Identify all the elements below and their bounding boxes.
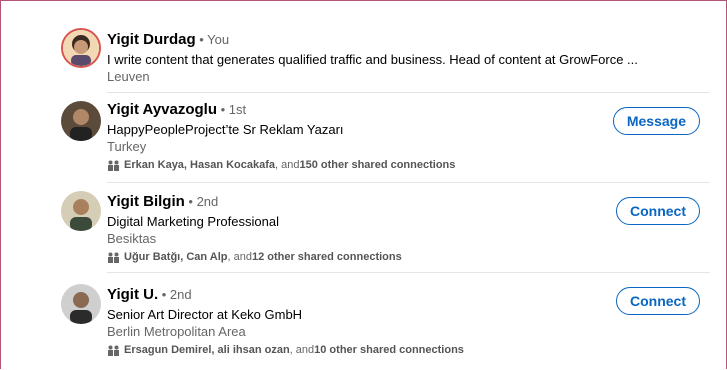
avatar[interactable] [61, 28, 101, 68]
connection-degree: 2nd [196, 194, 219, 209]
shared-connections[interactable]: Uğur Batğı, Can Alp, and 12 other shared… [107, 250, 402, 265]
person-headline: Senior Art Director at Keko GmbH [107, 307, 303, 322]
person-name[interactable]: Yigit Durdag [107, 31, 196, 48]
person-headline: I write content that generates qualified… [107, 52, 638, 67]
separator: • [217, 102, 229, 117]
separator: • [158, 287, 170, 302]
person-name[interactable]: Yigit Bilgin [107, 193, 185, 210]
separator: • [195, 32, 208, 47]
divider [107, 272, 710, 273]
shared-names: Ersagun Demirel, ali ihsan ozan [124, 344, 290, 356]
shared-mid: , and [275, 159, 300, 171]
avatar-image [61, 284, 101, 324]
person-headline: Digital Marketing Professional [107, 214, 279, 229]
people-icon [108, 252, 119, 263]
person-name[interactable]: Yigit U. [107, 286, 158, 303]
person-name[interactable]: Yigit Ayvazoglu [107, 101, 217, 118]
shared-connections[interactable]: Ersagun Demirel, ali ihsan ozan, and 10 … [107, 343, 464, 358]
separator: • [184, 194, 197, 209]
connect-button[interactable]: Connect [616, 197, 700, 225]
shared-count: 12 other shared connections [251, 251, 402, 263]
avatar-image [61, 101, 101, 141]
shared-connections[interactable]: Erkan Kaya, Hasan Kocakafa, and 150 othe… [107, 158, 455, 173]
connection-degree: 2nd [169, 287, 192, 302]
shared-count: 150 other shared connections [299, 159, 456, 171]
person-location: Turkey [107, 139, 147, 154]
divider [107, 92, 710, 93]
people-icon [108, 345, 119, 356]
shared-mid: , and [289, 344, 315, 356]
avatar[interactable] [61, 191, 101, 231]
person-location: Berlin Metropolitan Area [107, 324, 246, 339]
shared-count: 10 other shared connections [314, 344, 464, 356]
person-info: Yigit Bilgin • 2nd Digital Marketing Pro… [107, 193, 402, 265]
person-location: Leuven [107, 69, 150, 84]
person-headline: HappyPeopleProject’te Sr Reklam Yazarı [107, 122, 344, 137]
person-info: Yigit Durdag • You I write content that … [107, 31, 638, 85]
person-location: Besiktas [107, 231, 157, 246]
message-button[interactable]: Message [612, 107, 700, 135]
shared-mid: , and [227, 251, 252, 263]
divider [107, 182, 710, 183]
connect-button[interactable]: Connect [616, 287, 700, 315]
shared-names: Uğur Batğı, Can Alp [124, 251, 228, 263]
person-info: Yigit U. • 2nd Senior Art Director at Ke… [107, 286, 464, 358]
avatar-image [61, 191, 101, 231]
avatar[interactable] [61, 284, 101, 324]
people-icon [108, 160, 119, 171]
avatar[interactable] [61, 101, 101, 141]
search-results-panel: Yigit Durdag • You I write content that … [0, 0, 727, 369]
avatar-image [63, 30, 99, 66]
connection-degree: You [207, 32, 230, 47]
person-info: Yigit Ayvazoglu • 1st HappyPeopleProject… [107, 101, 455, 173]
shared-names: Erkan Kaya, Hasan Kocakafa [124, 159, 276, 171]
connection-degree: 1st [228, 102, 247, 117]
